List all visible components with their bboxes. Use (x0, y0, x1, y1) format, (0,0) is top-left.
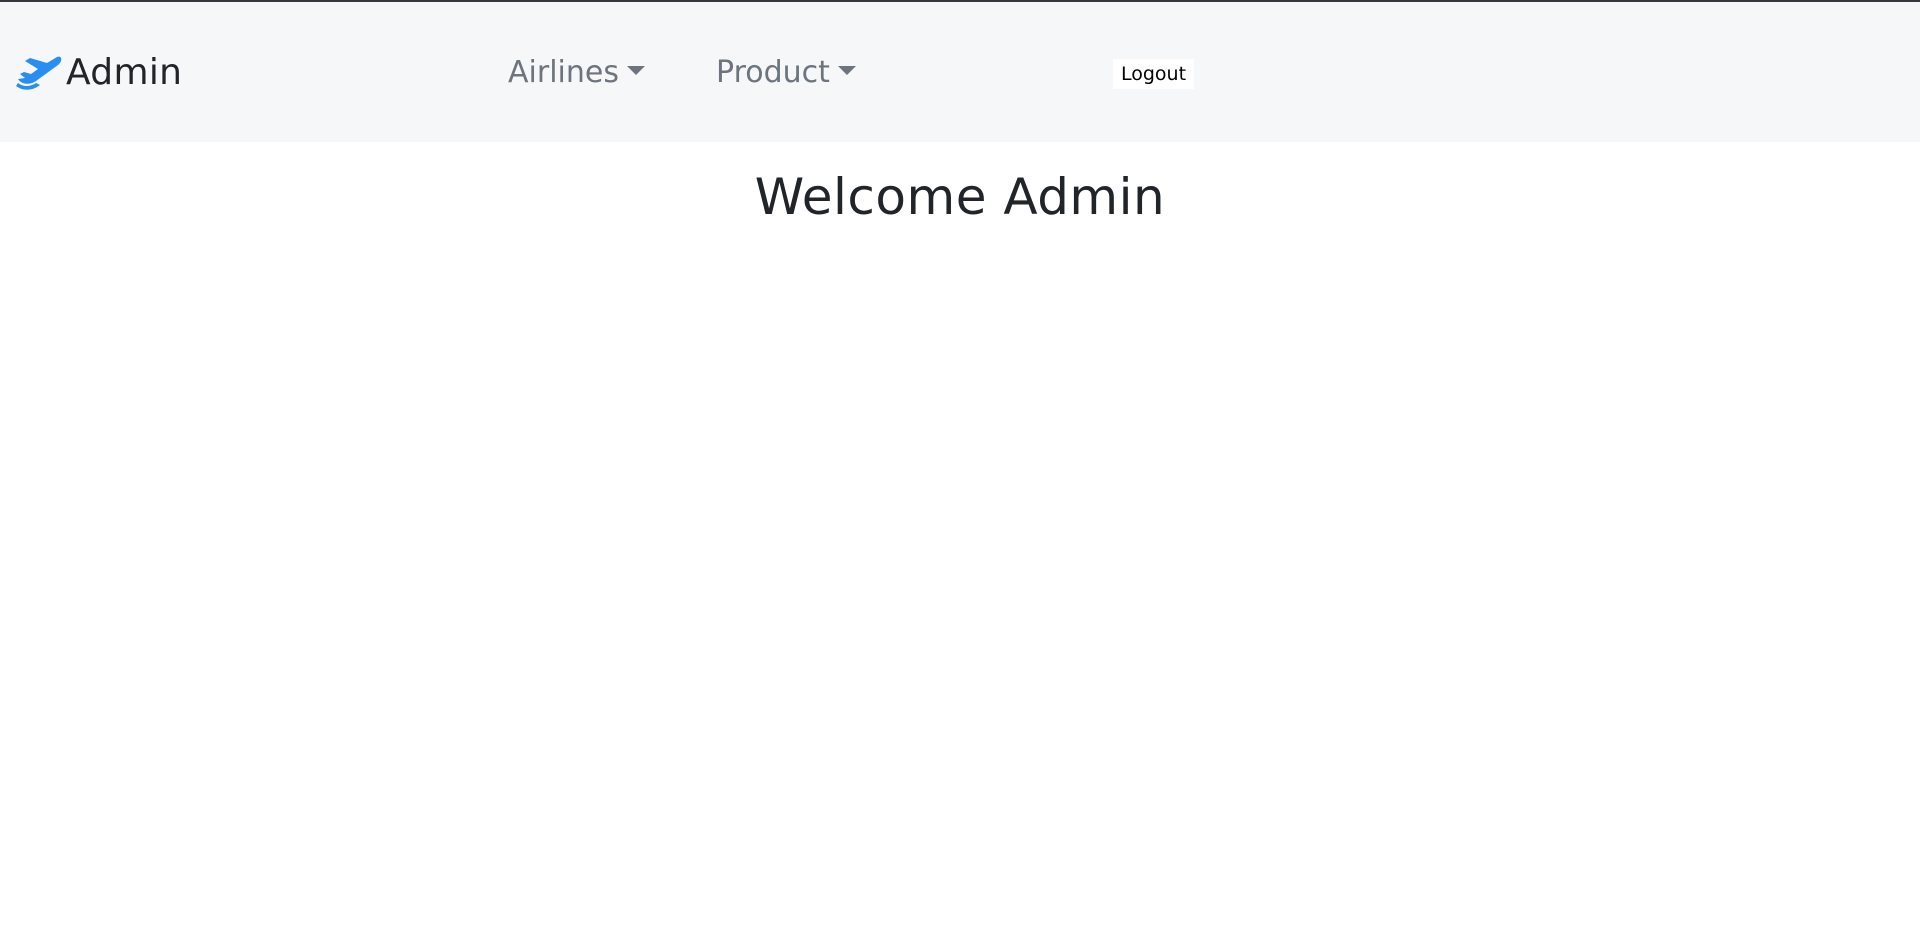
logout-button[interactable]: Logout (1113, 59, 1195, 89)
top-navbar: Admin Airlines Product Logout (0, 2, 1920, 142)
airlines-dropdown-label: Airlines (508, 54, 619, 90)
caret-down-icon (626, 65, 645, 75)
brand-label: Admin (66, 51, 183, 93)
product-dropdown[interactable]: Product (716, 52, 856, 92)
welcome-heading: Welcome Admin (754, 168, 1166, 226)
airlines-dropdown[interactable]: Airlines (508, 52, 645, 92)
product-dropdown-label: Product (716, 54, 830, 90)
caret-down-icon (837, 65, 856, 75)
navbar-brand[interactable]: Admin (14, 50, 182, 94)
airplane-departure-icon (14, 52, 64, 92)
